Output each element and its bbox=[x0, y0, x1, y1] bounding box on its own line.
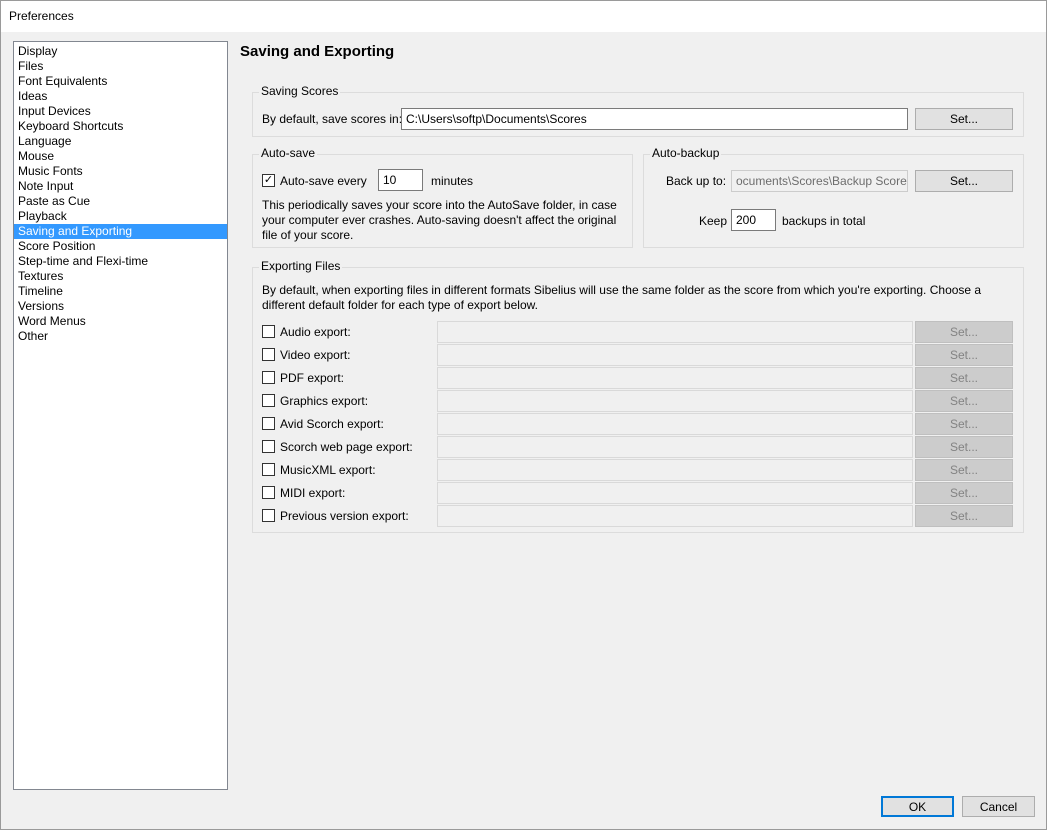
sidebar-item-keyboard-shortcuts[interactable]: Keyboard Shortcuts bbox=[14, 119, 227, 134]
backup-location-set-button[interactable]: Set... bbox=[915, 170, 1013, 192]
auto-save-minutes-field[interactable]: 10 bbox=[378, 169, 423, 191]
auto-save-group-label: Auto-save bbox=[259, 146, 318, 160]
pdf-export-path-field[interactable] bbox=[437, 367, 913, 389]
cancel-button[interactable]: Cancel bbox=[962, 796, 1035, 817]
sidebar-item-textures[interactable]: Textures bbox=[14, 269, 227, 284]
sidebar-item-ideas[interactable]: Ideas bbox=[14, 89, 227, 104]
sidebar-item-files[interactable]: Files bbox=[14, 59, 227, 74]
exporting-description-line: By default, when exporting files in diff… bbox=[262, 283, 982, 297]
keep-backups-suffix: backups in total bbox=[782, 214, 866, 228]
musicxml-export-path-field[interactable] bbox=[437, 459, 913, 481]
sidebar-item-saving-and-exporting[interactable]: Saving and Exporting bbox=[14, 224, 227, 239]
auto-backup-group-label: Auto-backup bbox=[650, 146, 722, 160]
auto-backup-group: Auto-backup bbox=[643, 146, 1024, 248]
avid-scorch-export-label[interactable]: Avid Scorch export: bbox=[280, 417, 384, 431]
audio-export-checkbox[interactable] bbox=[262, 325, 275, 338]
backup-location-label: Back up to: bbox=[666, 174, 727, 188]
pdf-export-set-button[interactable]: Set... bbox=[915, 367, 1013, 389]
video-export-checkbox[interactable] bbox=[262, 348, 275, 361]
sidebar-item-playback[interactable]: Playback bbox=[14, 209, 227, 224]
graphics-export-path-field[interactable] bbox=[437, 390, 913, 412]
midi-export-path-field[interactable] bbox=[437, 482, 913, 504]
midi-export-label[interactable]: MIDI export: bbox=[280, 486, 345, 500]
saving-scores-group-label: Saving Scores bbox=[259, 84, 341, 98]
auto-save-checkbox-label[interactable]: Auto-save every bbox=[280, 174, 367, 188]
exporting-files-group-label: Exporting Files bbox=[259, 259, 343, 273]
audio-export-label[interactable]: Audio export: bbox=[280, 325, 351, 339]
scorch-web-page-export-checkbox[interactable] bbox=[262, 440, 275, 453]
sidebar-item-language[interactable]: Language bbox=[14, 134, 227, 149]
ok-button[interactable]: OK bbox=[881, 796, 954, 817]
video-export-set-button[interactable]: Set... bbox=[915, 344, 1013, 366]
sidebar-item-display[interactable]: Display bbox=[14, 44, 227, 59]
auto-save-minutes-label: minutes bbox=[431, 174, 474, 188]
midi-export-checkbox[interactable] bbox=[262, 486, 275, 499]
preferences-window: Preferences Display Files Font Equivalen… bbox=[0, 0, 1047, 830]
sidebar-item-font-equivalents[interactable]: Font Equivalents bbox=[14, 74, 227, 89]
avid-scorch-export-checkbox[interactable] bbox=[262, 417, 275, 430]
audio-export-path-field[interactable] bbox=[437, 321, 913, 343]
auto-save-checkbox[interactable]: ✓ bbox=[262, 174, 275, 187]
sidebar-item-timeline[interactable]: Timeline bbox=[14, 284, 227, 299]
backup-location-field[interactable]: ocuments\Scores\Backup Scores bbox=[731, 170, 908, 192]
exporting-description: By default, when exporting files in diff… bbox=[262, 283, 981, 313]
graphics-export-set-button[interactable]: Set... bbox=[915, 390, 1013, 412]
graphics-export-label[interactable]: Graphics export: bbox=[280, 394, 368, 408]
save-location-set-button[interactable]: Set... bbox=[915, 108, 1013, 130]
previous-version-export-checkbox[interactable] bbox=[262, 509, 275, 522]
keep-backups-field[interactable]: 200 bbox=[731, 209, 776, 231]
auto-save-description: This periodically saves your score into … bbox=[262, 198, 617, 243]
sidebar-item-paste-as-cue[interactable]: Paste as Cue bbox=[14, 194, 227, 209]
sidebar-item-other[interactable]: Other bbox=[14, 329, 227, 344]
pdf-export-label[interactable]: PDF export: bbox=[280, 371, 344, 385]
auto-save-description-line: file of your score. bbox=[262, 228, 354, 242]
video-export-path-field[interactable] bbox=[437, 344, 913, 366]
audio-export-set-button[interactable]: Set... bbox=[915, 321, 1013, 343]
sidebar-item-score-position[interactable]: Score Position bbox=[14, 239, 227, 254]
keep-label: Keep bbox=[699, 214, 728, 228]
save-location-field[interactable]: C:\Users\softp\Documents\Scores bbox=[401, 108, 908, 130]
scorch-web-page-export-path-field[interactable] bbox=[437, 436, 913, 458]
sidebar-item-note-input[interactable]: Note Input bbox=[14, 179, 227, 194]
window-title: Preferences bbox=[9, 9, 74, 23]
musicxml-export-set-button[interactable]: Set... bbox=[915, 459, 1013, 481]
sidebar-item-mouse[interactable]: Mouse bbox=[14, 149, 227, 164]
auto-save-description-line: This periodically saves your score into … bbox=[262, 198, 617, 212]
pdf-export-checkbox[interactable] bbox=[262, 371, 275, 384]
previous-version-export-path-field[interactable] bbox=[437, 505, 913, 527]
scorch-web-page-export-label[interactable]: Scorch web page export: bbox=[280, 440, 413, 454]
scorch-web-page-export-set-button[interactable]: Set... bbox=[915, 436, 1013, 458]
sidebar-item-input-devices[interactable]: Input Devices bbox=[14, 104, 227, 119]
video-export-label[interactable]: Video export: bbox=[280, 348, 351, 362]
auto-save-description-line: your computer ever crashes. Auto-saving … bbox=[262, 213, 617, 227]
save-location-label: By default, save scores in: bbox=[262, 112, 403, 126]
graphics-export-checkbox[interactable] bbox=[262, 394, 275, 407]
avid-scorch-export-set-button[interactable]: Set... bbox=[915, 413, 1013, 435]
sidebar-item-versions[interactable]: Versions bbox=[14, 299, 227, 314]
category-list[interactable]: Display Files Font Equivalents Ideas Inp… bbox=[13, 41, 228, 790]
midi-export-set-button[interactable]: Set... bbox=[915, 482, 1013, 504]
title-bar: Preferences bbox=[1, 1, 1046, 32]
exporting-description-line: different default folder for each type o… bbox=[262, 298, 538, 312]
musicxml-export-label[interactable]: MusicXML export: bbox=[280, 463, 376, 477]
previous-version-export-set-button[interactable]: Set... bbox=[915, 505, 1013, 527]
avid-scorch-export-path-field[interactable] bbox=[437, 413, 913, 435]
previous-version-export-label[interactable]: Previous version export: bbox=[280, 509, 409, 523]
sidebar-item-music-fonts[interactable]: Music Fonts bbox=[14, 164, 227, 179]
page-title: Saving and Exporting bbox=[240, 43, 395, 60]
musicxml-export-checkbox[interactable] bbox=[262, 463, 275, 476]
sidebar-item-word-menus[interactable]: Word Menus bbox=[14, 314, 227, 329]
sidebar-item-step-time-and-flexi-time[interactable]: Step-time and Flexi-time bbox=[14, 254, 227, 269]
